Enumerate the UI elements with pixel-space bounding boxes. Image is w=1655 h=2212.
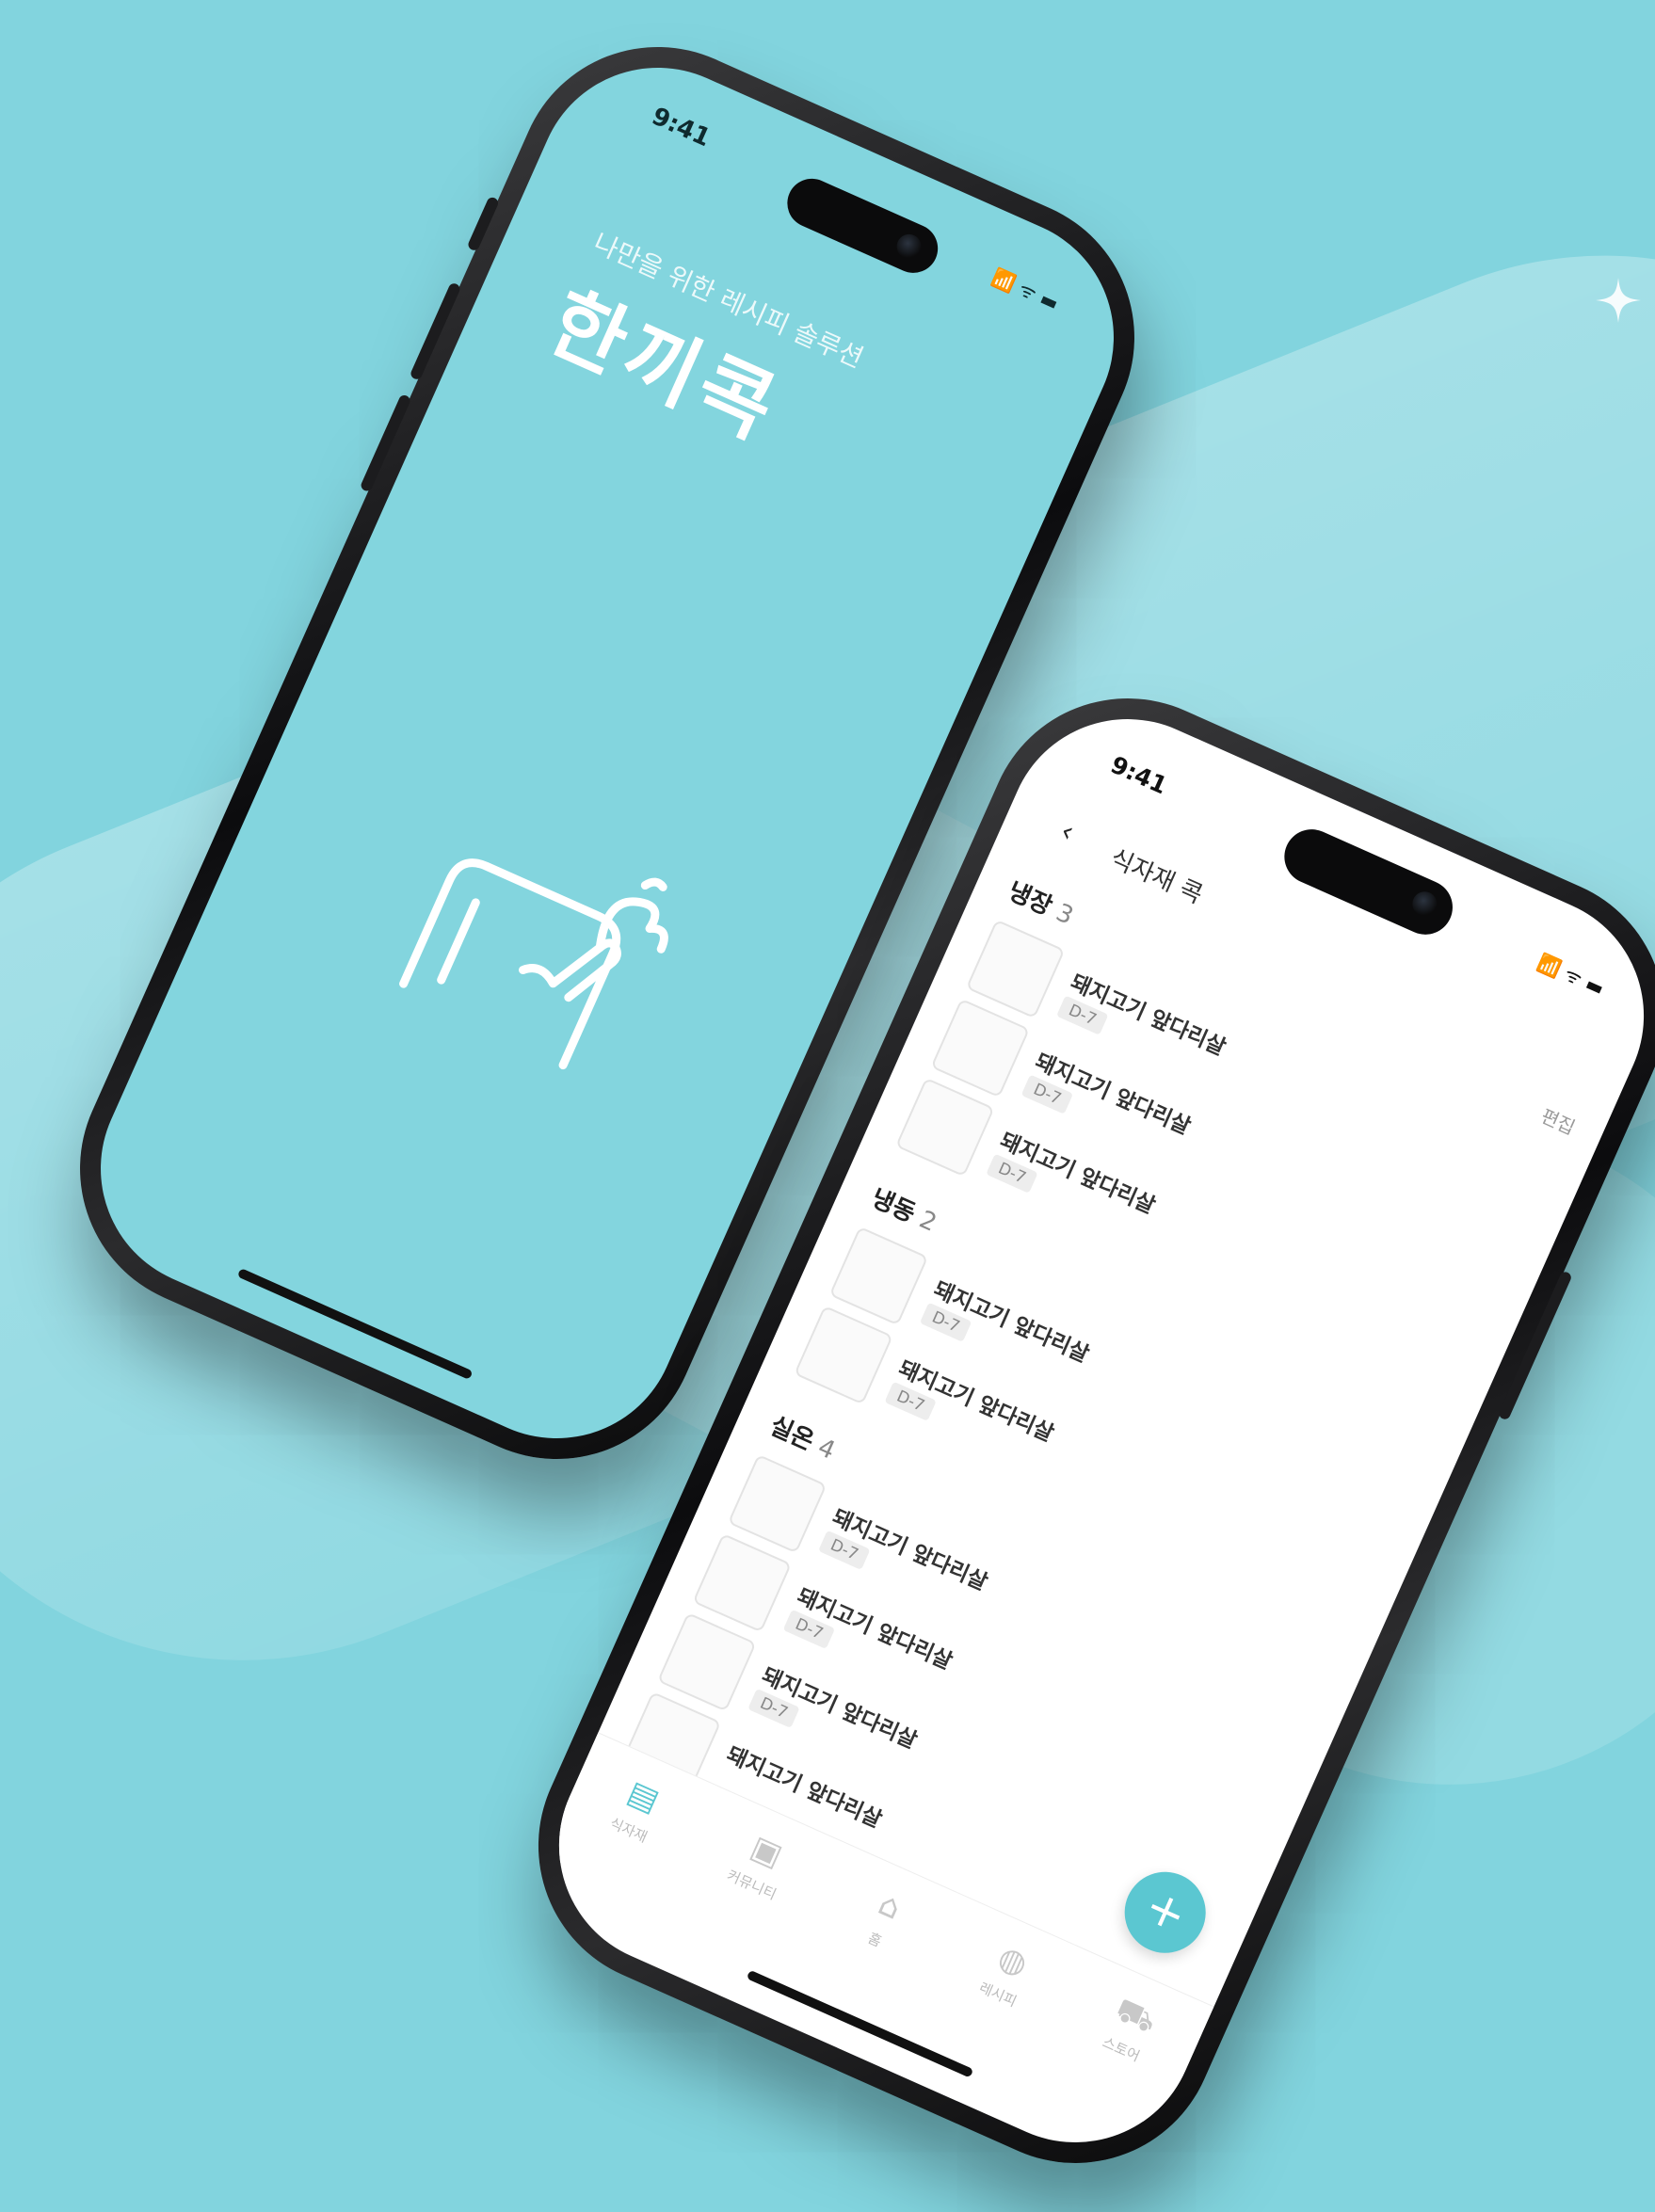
back-icon[interactable]: ‹ xyxy=(1055,814,1079,849)
edit-button[interactable]: 편집 xyxy=(1537,1101,1580,1140)
tab-0[interactable]: ▤ 식자재 xyxy=(577,1758,699,1860)
item-thumbnail xyxy=(828,1226,929,1326)
item-thumbnail xyxy=(965,919,1066,1019)
section-count: 3 xyxy=(1052,898,1078,931)
tab-icon: ◍ xyxy=(992,1938,1034,1984)
status-icons: 📶 ᯤ ▬ xyxy=(988,264,1063,315)
tab-3[interactable]: ◍ 레시피 xyxy=(947,1923,1069,2025)
tab-icon: ⌂ xyxy=(873,1884,908,1928)
dynamic-island xyxy=(779,170,946,281)
sparkle-icon xyxy=(1596,278,1641,323)
tab-icon: ▣ xyxy=(745,1828,789,1875)
tab-icon: ▤ xyxy=(621,1772,666,1820)
status-time: 9:41 xyxy=(647,102,715,153)
status-time: 9:41 xyxy=(1106,750,1172,800)
camera-icon xyxy=(1408,888,1441,921)
fridge-pointer-logo-icon xyxy=(399,858,668,1070)
tab-2[interactable]: ⌂ 홈 xyxy=(824,1868,945,1970)
status-icons: 📶 ᯤ ▬ xyxy=(1534,950,1608,1001)
tab-4[interactable]: ⛟ 스토어 xyxy=(1069,1978,1191,2079)
tab-label: 홈 xyxy=(865,1929,885,1950)
section-name: 실온 xyxy=(765,1412,819,1456)
action-button xyxy=(466,195,500,252)
section-name: 냉장 xyxy=(1004,876,1057,922)
item-thumbnail xyxy=(727,1453,828,1554)
section-name: 냉동 xyxy=(866,1183,920,1228)
camera-icon xyxy=(892,230,925,264)
tab-1[interactable]: ▣ 커뮤니티 xyxy=(700,1813,822,1915)
section-count: 2 xyxy=(914,1205,941,1238)
tab-icon: ⛟ xyxy=(1109,1990,1163,2042)
section-count: 4 xyxy=(813,1433,840,1466)
